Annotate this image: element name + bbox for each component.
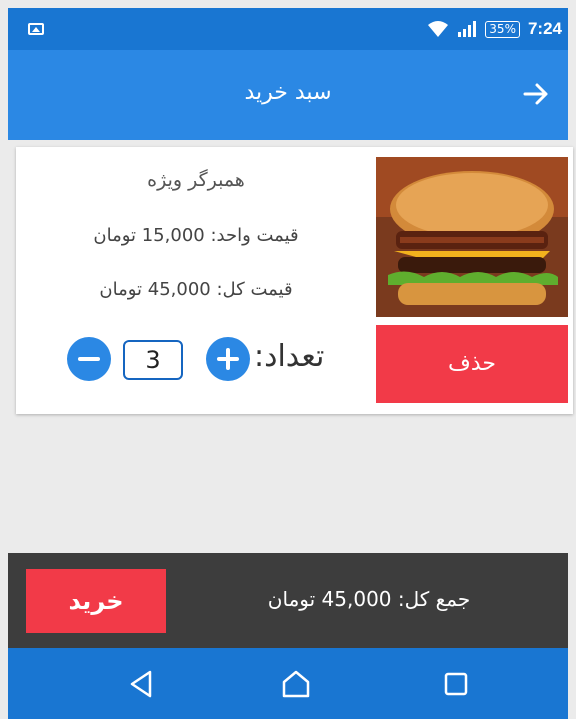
page-title: سبد خرید (244, 80, 332, 105)
quantity-field[interactable]: 3 (123, 340, 183, 380)
minus-icon (78, 357, 100, 361)
delete-button[interactable]: حذف (376, 325, 568, 403)
nav-recent-icon[interactable] (438, 666, 474, 702)
quantity-label: تعداد: (254, 339, 325, 374)
cart-item-card: حذف همبرگر ویژه قیمت واحد: 15,000 تومان … (16, 147, 573, 414)
clock: 7:24 (527, 19, 562, 38)
plus-icon-vertical (226, 348, 230, 370)
gallery-icon (28, 23, 44, 35)
increase-quantity-button[interactable] (206, 337, 250, 381)
unit-price: قیمت واحد: 15,000 تومان (93, 225, 299, 246)
arrow-right-icon[interactable] (518, 76, 554, 112)
burger-image (376, 157, 568, 317)
nav-back-icon[interactable] (124, 666, 160, 702)
battery-icon: 35% (485, 20, 520, 38)
product-name: همبرگر ویژه (147, 169, 245, 191)
signal-icon (458, 21, 477, 37)
checkout-bar: خرید جمع کل: 45,000 تومان (8, 553, 568, 648)
decrease-quantity-button[interactable] (67, 337, 111, 381)
status-bar: 35% 7:24 (8, 8, 568, 50)
status-icons: 35% 7:24 (427, 8, 562, 50)
system-nav-bar (8, 648, 568, 719)
wifi-icon (428, 21, 449, 37)
nav-home-icon[interactable] (278, 666, 314, 702)
grand-total: جمع کل: 45,000 تومان (267, 587, 471, 611)
buy-button[interactable]: خرید (26, 569, 166, 633)
app-bar: سبد خرید (8, 50, 568, 140)
item-total-price: قیمت کل: 45,000 تومان (99, 279, 293, 300)
